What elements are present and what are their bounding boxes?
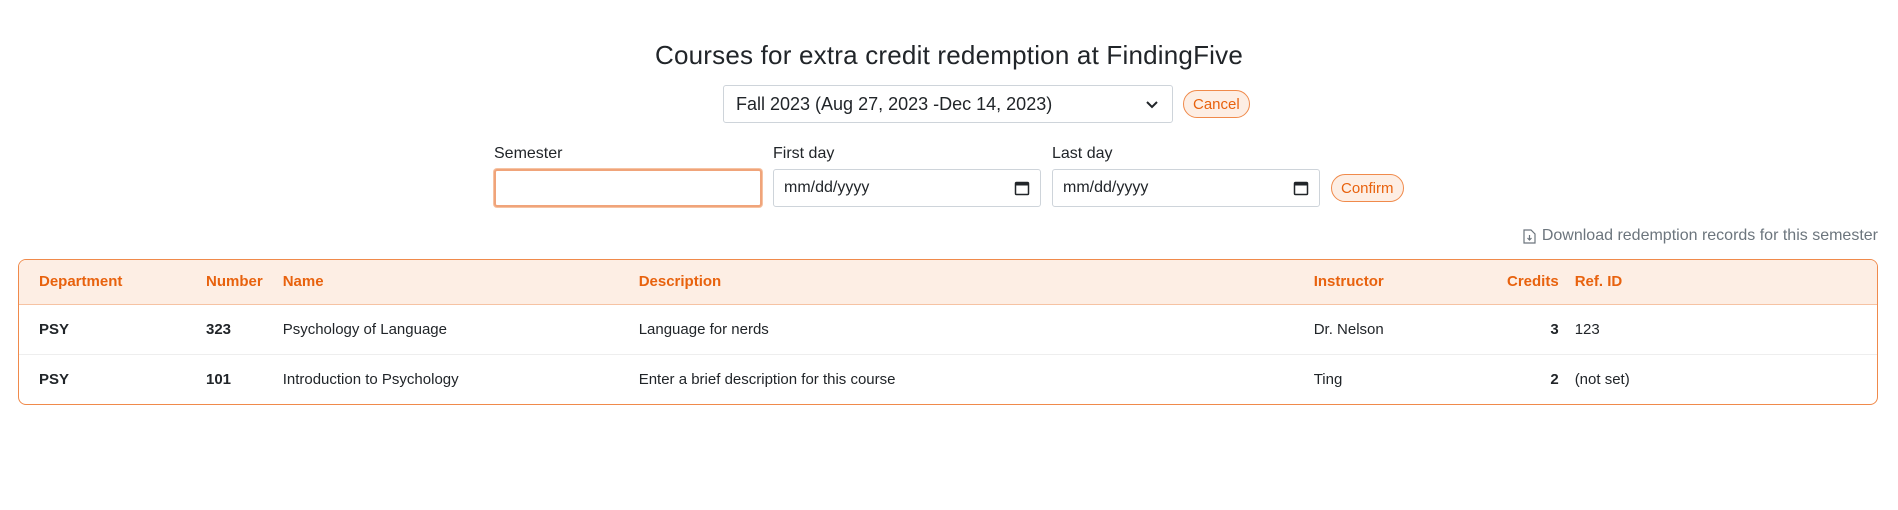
semester-field: Semester <box>494 144 762 207</box>
courses-table: Department Number Name Description Instr… <box>18 259 1878 405</box>
semester-label: Semester <box>494 145 563 162</box>
header-instructor[interactable]: Instructor <box>1293 260 1469 305</box>
last-day-field: Last day mm/dd/yyyy <box>1052 144 1320 207</box>
first-day-input[interactable]: mm/dd/yyyy <box>773 169 1041 207</box>
last-day-placeholder: mm/dd/yyyy <box>1063 179 1149 196</box>
header-ref-id[interactable]: Ref. ID <box>1558 260 1877 305</box>
cell-number: 101 <box>204 353 263 404</box>
header-name[interactable]: Name <box>262 260 619 305</box>
first-day-label: First day <box>773 145 835 162</box>
chevron-down-icon <box>1146 101 1158 109</box>
page: Courses for extra credit redemption at F… <box>0 0 1898 510</box>
download-records-link[interactable]: Download redemption records for this sem… <box>1523 227 1878 245</box>
first-day-placeholder: mm/dd/yyyy <box>784 179 870 196</box>
cell-credits: 2 <box>1468 353 1559 404</box>
header-credits[interactable]: Credits <box>1468 260 1559 305</box>
cell-name: Introduction to Psychology <box>262 353 619 404</box>
semester-picker-row: Fall 2023 (Aug 27, 2023 -Dec 14, 2023) C… <box>723 85 1250 123</box>
download-records-label: Download redemption records for this sem… <box>1541 227 1878 244</box>
table-row[interactable]: PSY 101 Introduction to Psychology Enter… <box>19 353 1877 404</box>
confirm-button[interactable]: Confirm <box>1331 174 1404 202</box>
cell-ref-id: 123 <box>1574 320 1600 338</box>
cell-department: PSY <box>19 353 204 404</box>
table-row[interactable]: PSY 323 Psychology of Language Language … <box>19 304 1877 354</box>
last-day-label: Last day <box>1052 145 1113 162</box>
cancel-button[interactable]: Cancel <box>1183 90 1250 118</box>
header-number[interactable]: Number <box>204 260 263 305</box>
cell-department: PSY <box>39 320 70 338</box>
semester-select[interactable]: Fall 2023 (Aug 27, 2023 -Dec 14, 2023) <box>723 85 1173 123</box>
cell-name: Psychology of Language <box>282 320 447 338</box>
last-day-input[interactable]: mm/dd/yyyy <box>1052 169 1320 207</box>
cell-instructor: Ting <box>1293 353 1469 404</box>
page-title: Courses for extra credit redemption at F… <box>654 40 1244 70</box>
table-header-row: Department Number Name Description Instr… <box>19 260 1877 305</box>
first-day-field: First day mm/dd/yyyy <box>773 144 1041 207</box>
cell-number: 323 <box>206 320 232 338</box>
calendar-icon[interactable] <box>1293 180 1309 196</box>
cell-description: Enter a brief description for this cours… <box>618 353 1294 404</box>
file-download-icon <box>1523 228 1536 244</box>
cell-instructor: Dr. Nelson <box>1313 320 1384 338</box>
cell-description: Language for nerds <box>638 320 769 338</box>
header-department[interactable]: Department <box>19 260 204 305</box>
semester-select-value: Fall 2023 (Aug 27, 2023 -Dec 14, 2023) <box>736 93 1053 114</box>
cell-credits: 3 <box>1550 320 1559 338</box>
cell-ref-id: (not set) <box>1558 353 1877 404</box>
new-semester-form: Semester First day mm/dd/yyyy Last day m… <box>494 144 1404 207</box>
header-description[interactable]: Description <box>618 260 1294 305</box>
calendar-icon[interactable] <box>1014 180 1030 196</box>
semester-input[interactable] <box>494 169 762 207</box>
